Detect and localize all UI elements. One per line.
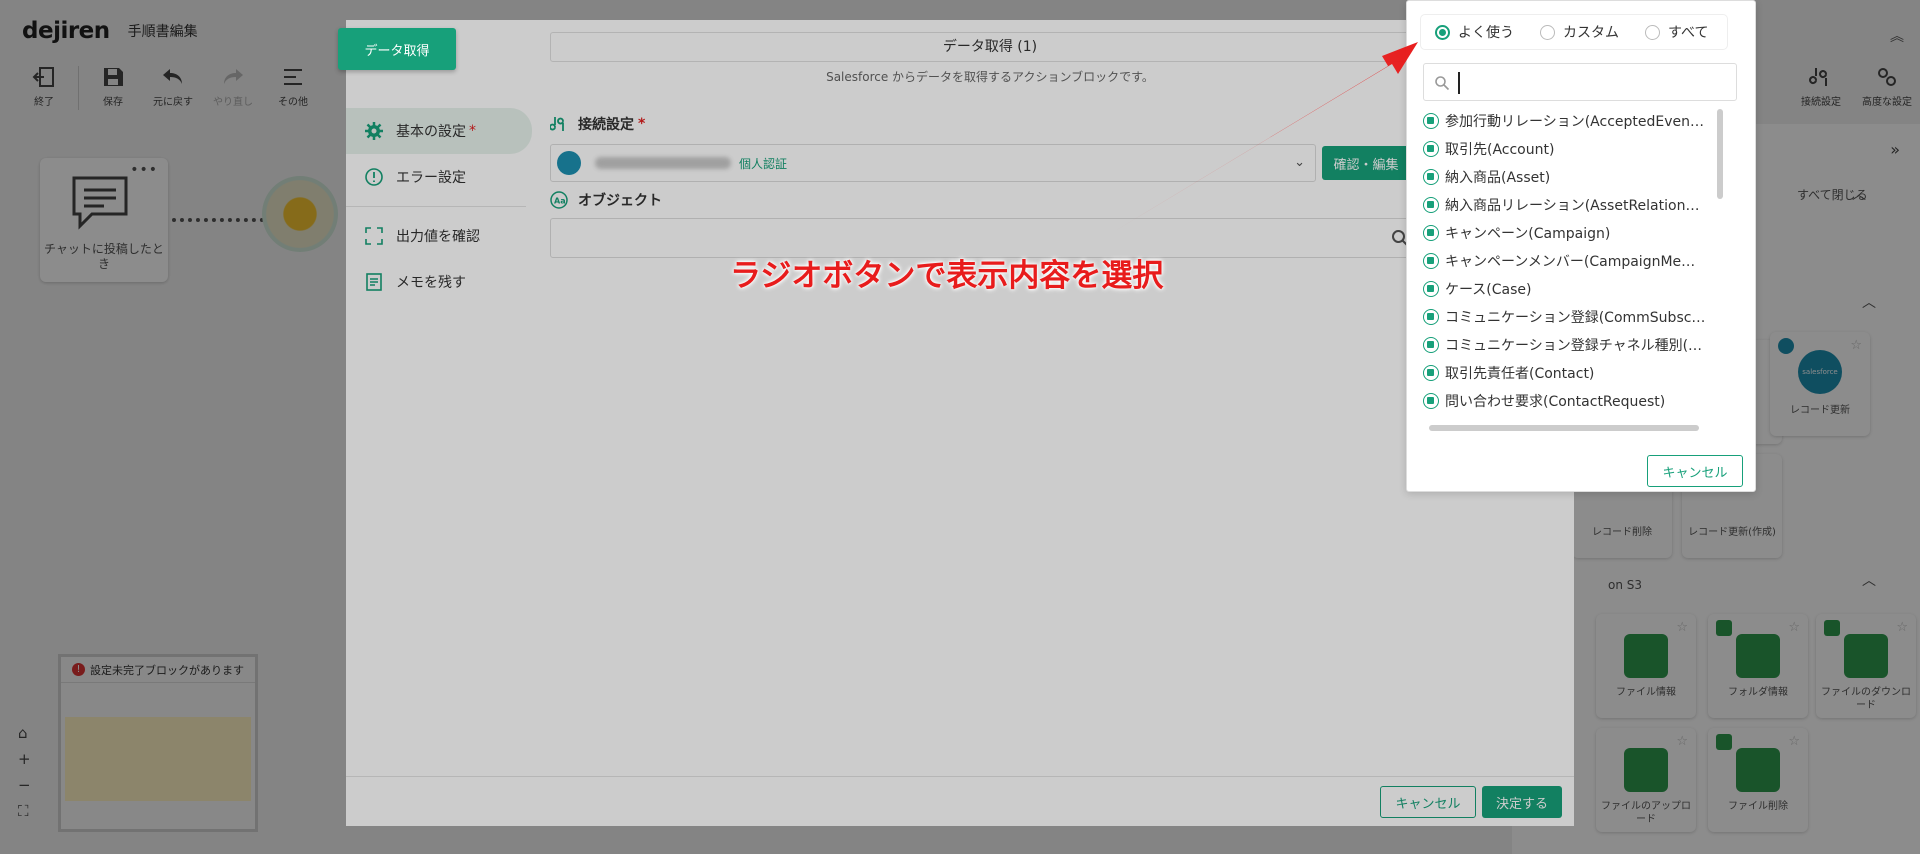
- list-item[interactable]: コミュニケーション登録チャネル種別(…: [1423, 331, 1723, 359]
- gear-icon: [365, 122, 383, 140]
- list-item[interactable]: 納入商品リレーション(AssetRelation…: [1423, 191, 1723, 219]
- nav-memo[interactable]: メモを残す: [346, 259, 532, 305]
- radio-unchecked-icon: [1645, 24, 1660, 40]
- text-field-icon: Aa: [550, 191, 568, 209]
- radio-frequent[interactable]: よく使う: [1435, 22, 1514, 42]
- horizontal-scrollbar[interactable]: [1429, 425, 1699, 431]
- radio-custom[interactable]: カスタム: [1540, 22, 1619, 42]
- salesforce-icon: [557, 151, 581, 175]
- settings-modal: 基本の設定 * エラー設定 出力値を確認 メモを残す データ取得 (1) Sale…: [346, 20, 1574, 826]
- object-list: 参加行動リレーション(AcceptedEven… 取引先(Account) 納入…: [1423, 107, 1723, 419]
- object-icon: [1423, 393, 1439, 409]
- blurred-account-name: [595, 157, 731, 169]
- radio-unchecked-icon: [1540, 24, 1555, 40]
- svg-text:Aa: Aa: [554, 197, 566, 206]
- memo-icon: [366, 273, 382, 291]
- cancel-button[interactable]: キャンセル: [1380, 786, 1476, 818]
- dropdown-cancel-button[interactable]: キャンセル: [1647, 455, 1743, 487]
- object-icon: [1423, 169, 1439, 185]
- submit-button[interactable]: 決定する: [1482, 786, 1562, 818]
- vertical-scrollbar[interactable]: [1717, 109, 1723, 199]
- auth-type: 個人認証: [739, 156, 788, 171]
- annotation-text: ラジオボタンで表示内容を選択: [730, 258, 1164, 294]
- object-icon: [1423, 197, 1439, 213]
- object-icon: [1423, 365, 1439, 381]
- list-item[interactable]: 問い合わせ要求(ContactRequest): [1423, 387, 1723, 415]
- object-icon: [1423, 337, 1439, 353]
- object-label: Aa オブジェクト: [550, 190, 662, 210]
- modal-footer-divider: [346, 776, 1574, 777]
- object-icon: [1423, 309, 1439, 325]
- output-check-icon: [365, 227, 383, 245]
- radio-all[interactable]: すべて: [1645, 22, 1708, 42]
- nav-basic-settings[interactable]: 基本の設定 *: [346, 108, 532, 154]
- list-item[interactable]: 参加行動リレーション(AcceptedEven…: [1423, 107, 1723, 135]
- list-item[interactable]: 取引先(Account): [1423, 135, 1723, 163]
- object-dropdown: よく使う カスタム すべて 参加行動リレーション(AcceptedEven… 取…: [1406, 0, 1756, 492]
- object-icon: [1423, 253, 1439, 269]
- alert-circle-icon: [365, 168, 383, 186]
- dropdown-search-input[interactable]: [1423, 63, 1737, 101]
- object-icon: [1423, 281, 1439, 297]
- list-item[interactable]: キャンペーンメンバー(CampaignMe…: [1423, 247, 1723, 275]
- connection-icon: [550, 117, 564, 131]
- list-item[interactable]: 納入商品(Asset): [1423, 163, 1723, 191]
- list-item[interactable]: コミュニケーション登録(CommSubsc…: [1423, 303, 1723, 331]
- modal-tab-data-get[interactable]: データ取得: [338, 28, 456, 70]
- list-item[interactable]: ケース(Case): [1423, 275, 1723, 303]
- modal-sidebar: 基本の設定 * エラー設定 出力値を確認 メモを残す: [346, 108, 532, 305]
- connection-select[interactable]: 個人認証 ⌄: [550, 144, 1316, 182]
- modal-title: データ取得 (1): [550, 32, 1430, 62]
- modal-subtitle: Salesforce からデータを取得するアクションブロックです。: [826, 70, 1154, 84]
- list-item[interactable]: キャンペーン(Campaign): [1423, 219, 1723, 247]
- connection-label: 接続設定 *: [550, 114, 645, 134]
- nav-divider: [346, 206, 526, 207]
- object-icon: [1423, 141, 1439, 157]
- chevron-down-icon: ⌄: [1294, 155, 1305, 170]
- search-icon: [1435, 76, 1450, 91]
- radio-checked-icon: [1435, 24, 1450, 40]
- text-caret: [1458, 72, 1460, 94]
- filter-radio-group: よく使う カスタム すべて: [1421, 15, 1727, 49]
- list-item[interactable]: 取引先責任者(Contact): [1423, 359, 1723, 387]
- nav-output-check[interactable]: 出力値を確認: [346, 213, 532, 259]
- confirm-edit-button[interactable]: 確認・編集: [1322, 146, 1410, 180]
- object-icon: [1423, 225, 1439, 241]
- nav-error-settings[interactable]: エラー設定: [346, 154, 532, 200]
- object-icon: [1423, 113, 1439, 129]
